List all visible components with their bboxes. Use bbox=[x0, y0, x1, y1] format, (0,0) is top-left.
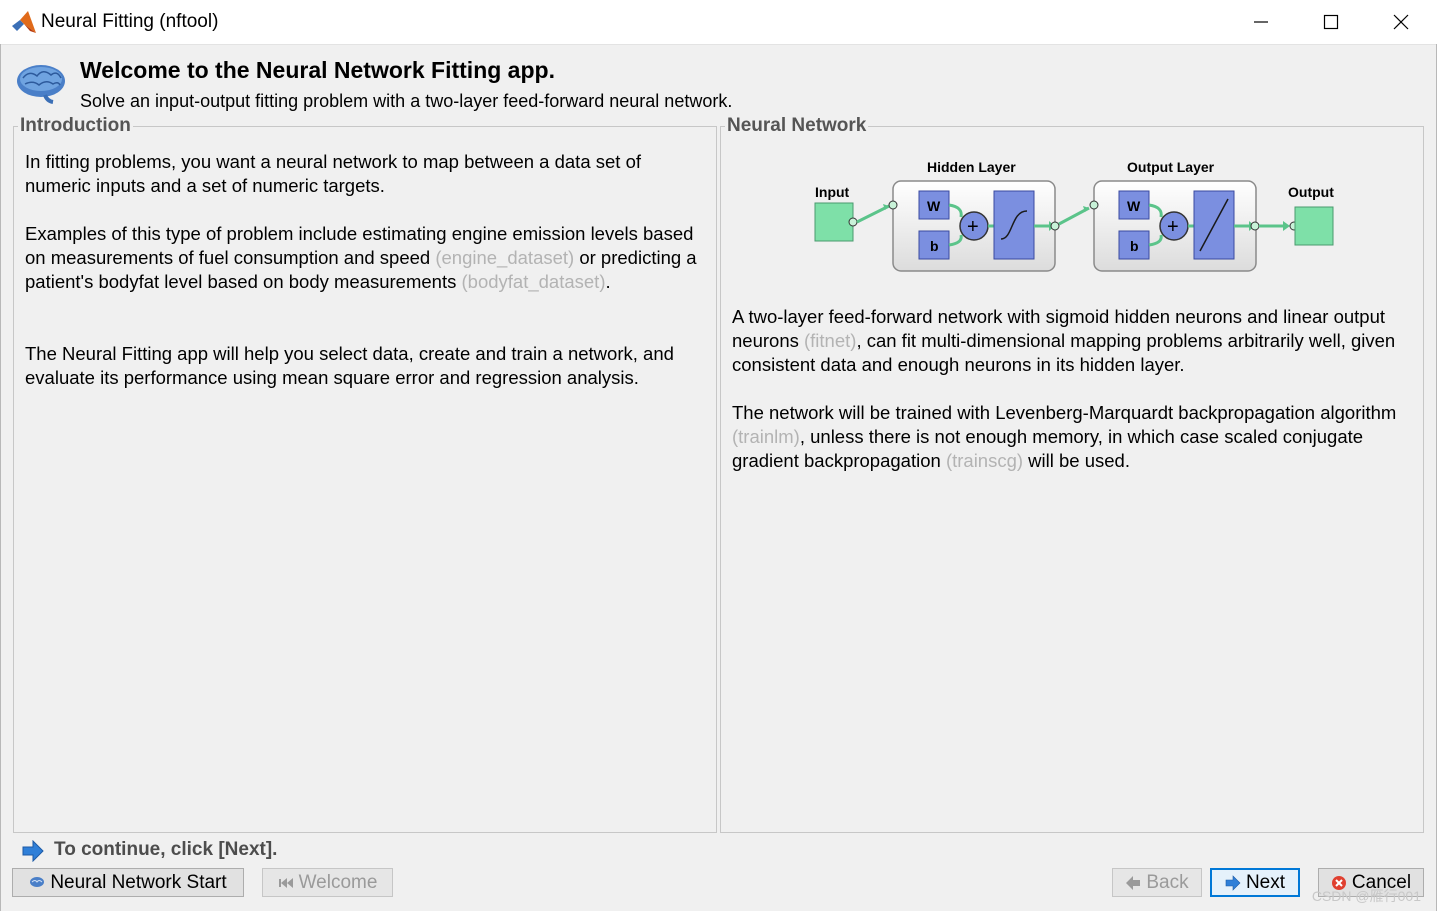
diagram-hidden-label: Hidden Layer bbox=[927, 159, 1016, 175]
next-label: Next bbox=[1245, 871, 1286, 893]
nn-text: The network will be trained with Levenbe… bbox=[732, 402, 1397, 423]
continue-instruction: To continue, click [Next]. bbox=[54, 839, 278, 860]
next-button[interactable]: Next bbox=[1210, 868, 1300, 897]
intro-text: The Neural Fitting app will help you sel… bbox=[25, 343, 674, 388]
minimize-icon bbox=[1254, 21, 1268, 23]
hidden-input-connector bbox=[888, 200, 898, 210]
arrow-left-icon bbox=[1126, 875, 1141, 890]
diagram-input-label: Input bbox=[815, 184, 850, 200]
intro-text: In fitting problems, you want a neural n… bbox=[25, 151, 641, 196]
diagram-output-label: Output bbox=[1288, 184, 1334, 200]
bodyfat-dataset-link[interactable]: (bodyfat_dataset) bbox=[462, 271, 606, 292]
fitnet-link[interactable]: (fitnet) bbox=[804, 330, 856, 351]
title-bar: Neural Fitting (nftool) bbox=[0, 0, 1437, 45]
trainlm-link[interactable]: (trainlm) bbox=[732, 426, 800, 447]
nn-text: will be used. bbox=[1023, 450, 1130, 471]
brain-icon bbox=[17, 65, 65, 104]
maximize-button[interactable] bbox=[1296, 0, 1366, 44]
network-diagram: Input Hidden Layer Output Layer Output W… bbox=[814, 159, 1334, 272]
back-button[interactable]: Back bbox=[1112, 868, 1202, 897]
nn-paragraph-1: A two-layer feed-forward network with si… bbox=[732, 305, 1412, 377]
output-node bbox=[1294, 206, 1334, 246]
intro-paragraph-1: In fitting problems, you want a neural n… bbox=[25, 150, 705, 198]
output-weight-label: W bbox=[1127, 198, 1141, 214]
close-button[interactable] bbox=[1366, 0, 1436, 44]
input-connector bbox=[848, 217, 858, 227]
brain-icon bbox=[30, 876, 45, 887]
output-bias-label: b bbox=[1130, 238, 1139, 254]
sigmoid-transfer-block bbox=[993, 190, 1035, 260]
hidden-bias-label: b bbox=[930, 238, 939, 254]
arrow-right-icon bbox=[22, 840, 44, 862]
hidden-weight-label: W bbox=[927, 198, 941, 214]
window-border-left bbox=[0, 44, 1, 911]
maximize-icon bbox=[1323, 14, 1339, 30]
welcome-label: Welcome bbox=[298, 871, 378, 893]
hidden-sum-label: + bbox=[967, 216, 979, 238]
neural-network-legend: Neural Network bbox=[725, 115, 869, 137]
arrow-right-icon bbox=[1225, 874, 1241, 891]
nn-paragraph-2: The network will be trained with Levenbe… bbox=[732, 401, 1412, 473]
neural-network-panel: Neural Network Input Hidden Layer Output… bbox=[720, 115, 1424, 833]
output-sum-label: + bbox=[1167, 216, 1179, 238]
intro-paragraph-3: The Neural Fitting app will help you sel… bbox=[25, 342, 715, 390]
welcome-button[interactable]: Welcome bbox=[262, 868, 393, 897]
diagram-output-layer-label: Output Layer bbox=[1127, 159, 1215, 175]
page-subtitle: Solve an input-output fitting problem wi… bbox=[80, 91, 733, 111]
introduction-panel: Introduction In fitting problems, you wa… bbox=[13, 115, 717, 833]
output-layer-input-connector bbox=[1089, 200, 1099, 210]
input-node bbox=[814, 202, 854, 242]
back-label: Back bbox=[1146, 871, 1189, 893]
output-layer-output-connector bbox=[1250, 221, 1260, 231]
neural-network-start-label: Neural Network Start bbox=[50, 871, 227, 893]
engine-dataset-link[interactable]: (engine_dataset) bbox=[435, 247, 574, 268]
watermark: CSDN @雁行001 bbox=[1311, 888, 1421, 904]
input-to-hidden-arrow bbox=[856, 204, 890, 224]
to-output-arrowhead bbox=[1283, 221, 1290, 231]
intro-paragraph-2: Examples of this type of problem include… bbox=[25, 222, 705, 294]
matlab-logo-icon bbox=[12, 11, 36, 33]
page-title: Welcome to the Neural Network Fitting ap… bbox=[80, 57, 555, 83]
window-title: Neural Fitting (nftool) bbox=[41, 11, 219, 32]
trainscg-link[interactable]: (trainscg) bbox=[946, 450, 1023, 471]
close-icon bbox=[1393, 14, 1409, 30]
hidden-output-connector bbox=[1050, 221, 1060, 231]
minimize-button[interactable] bbox=[1226, 0, 1296, 44]
introduction-legend: Introduction bbox=[18, 115, 133, 137]
intro-text: . bbox=[605, 271, 611, 292]
neural-network-start-button[interactable]: Neural Network Start bbox=[12, 868, 244, 897]
rewind-icon bbox=[278, 877, 293, 888]
